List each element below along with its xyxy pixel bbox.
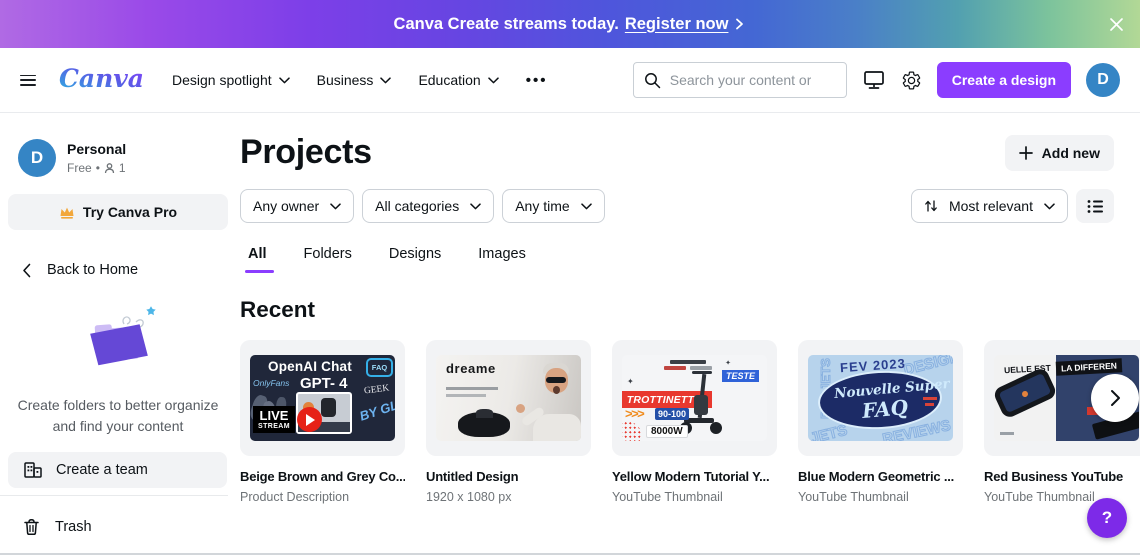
team-building-icon <box>23 461 43 479</box>
filter-any-time[interactable]: Any time <box>502 189 605 223</box>
folder-illustration <box>90 306 156 366</box>
card-title: Beige Brown and Grey Co... <box>240 469 405 484</box>
card-subtitle: 1920 x 1080 px <box>426 490 512 504</box>
settings-gear-icon[interactable] <box>901 70 922 91</box>
project-card[interactable]: LA DIFFEREN UELLE EST Red Business YouTu… <box>984 340 1140 504</box>
nav-more-icon[interactable]: ••• <box>526 72 548 89</box>
tabs: All Folders Designs Images <box>240 246 1140 273</box>
team-name: Personal <box>67 141 127 157</box>
create-design-button[interactable]: Create a design <box>936 62 1071 98</box>
card-title: Yellow Modern Tutorial Y... <box>612 469 770 484</box>
back-to-home[interactable]: Back to Home <box>22 262 228 278</box>
banner-close-icon[interactable] <box>1106 14 1126 34</box>
carousel-next-button[interactable] <box>1091 374 1139 422</box>
promo-banner: Canva Create streams today. Register now <box>0 0 1140 48</box>
search-input[interactable]: Search your content or <box>632 62 847 98</box>
crown-icon <box>59 206 75 219</box>
folders-empty-state: Create folders to better organize and fi… <box>8 300 228 437</box>
banner-message: Canva Create streams today. <box>393 14 619 33</box>
help-button[interactable]: ? <box>1087 498 1127 538</box>
tab-designs[interactable]: Designs <box>389 246 441 273</box>
tab-images[interactable]: Images <box>478 246 526 273</box>
sort-dropdown[interactable]: Most relevant <box>910 189 1068 223</box>
sort-arrows-icon <box>924 199 938 213</box>
main-nav: Design spotlight Business Education ••• <box>172 72 547 89</box>
search-icon <box>644 72 661 89</box>
header-actions: Search your content or Create a design D <box>632 62 1120 98</box>
design-thumbnail: PROJETS DESIGN REVIEWS JETS FEV 2023 Nou… <box>808 355 953 441</box>
nav-design-spotlight[interactable]: Design spotlight <box>172 72 290 88</box>
recent-cards-row: OpenAI Chat GPT- 4 OnlyFans FAQ GEEK BY … <box>240 340 1140 504</box>
design-thumbnail: OpenAI Chat GPT- 4 OnlyFans FAQ GEEK BY … <box>250 355 395 441</box>
empty-state-text: Create folders to better organize and fi… <box>17 397 219 434</box>
tab-all[interactable]: All <box>245 246 273 273</box>
card-subtitle: YouTube Thumbnail <box>612 490 723 504</box>
list-view-icon <box>1087 199 1103 213</box>
card-title: Untitled Design <box>426 469 519 484</box>
chevron-right-icon <box>1111 390 1120 406</box>
filter-all-categories[interactable]: All categories <box>362 189 495 223</box>
devices-icon[interactable] <box>862 69 886 91</box>
filter-any-owner[interactable]: Any owner <box>240 189 355 223</box>
main-content: Projects Add new Any owner All categorie… <box>236 113 1140 555</box>
page-title: Projects <box>240 133 372 171</box>
nav-education[interactable]: Education <box>418 72 499 88</box>
sidebar-divider <box>0 495 228 496</box>
project-card[interactable]: ✦ ✦ TESTE TROTTINETTE >>> 90-100 8000W Y… <box>612 340 777 504</box>
team-plan: Free • 1 <box>67 161 126 175</box>
banner-arrow-icon <box>732 17 746 31</box>
play-icon <box>297 407 322 432</box>
view-toggle-button[interactable] <box>1076 189 1114 223</box>
menu-icon[interactable] <box>20 74 36 86</box>
try-canva-pro-button[interactable]: Try Canva Pro <box>8 194 228 230</box>
card-subtitle: YouTube Thumbnail <box>798 490 909 504</box>
user-avatar[interactable]: D <box>1086 63 1120 97</box>
design-thumbnail: ✦ ✦ TESTE TROTTINETTE >>> 90-100 8000W <box>622 355 767 441</box>
card-title: Blue Modern Geometric ... <box>798 469 955 484</box>
trash-button[interactable]: Trash <box>8 509 227 545</box>
top-header: Canva Design spotlight Business Educatio… <box>0 48 1140 113</box>
project-card[interactable]: PROJETS DESIGN REVIEWS JETS FEV 2023 Nou… <box>798 340 963 504</box>
svg-text:Canva: Canva <box>59 64 144 93</box>
canva-logo[interactable]: Canva <box>58 60 146 101</box>
add-new-button[interactable]: Add new <box>1004 134 1114 171</box>
project-card[interactable]: dreame Untitled Design 1920 x 1080 px <box>426 340 591 504</box>
card-subtitle: Product Description <box>240 490 350 504</box>
plus-icon <box>1018 145 1033 160</box>
chevron-left-icon <box>22 263 31 278</box>
members-icon <box>104 162 115 174</box>
design-thumbnail: dreame <box>436 355 581 441</box>
team-avatar: D <box>18 139 56 177</box>
banner-register-link[interactable]: Register now <box>625 15 729 34</box>
nav-business[interactable]: Business <box>317 72 392 88</box>
trash-icon <box>23 518 40 536</box>
team-switcher[interactable]: D Personal Free • 1 <box>8 139 228 177</box>
search-placeholder: Search your content or <box>669 72 812 88</box>
recent-section-title: Recent <box>240 297 316 322</box>
sidebar: D Personal Free • 1 Try Canva Pro Back to… <box>0 113 236 555</box>
canva-projects-page: Canva Create streams today. Register now… <box>0 0 1140 555</box>
card-title: Red Business YouTube <box>984 469 1124 484</box>
create-team-button[interactable]: Create a team <box>8 452 227 488</box>
project-card[interactable]: OpenAI Chat GPT- 4 OnlyFans FAQ GEEK BY … <box>240 340 405 504</box>
tab-folders[interactable]: Folders <box>304 246 352 273</box>
